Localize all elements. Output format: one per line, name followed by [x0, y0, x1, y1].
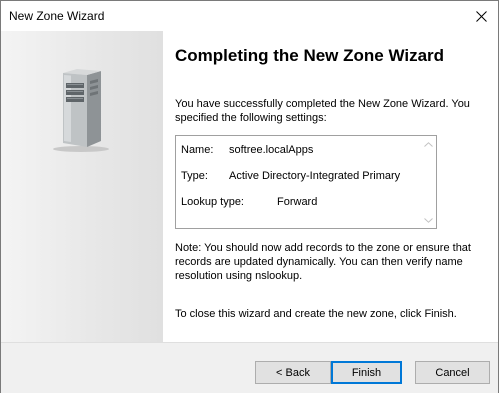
button-bar: < Back Finish Cancel	[1, 342, 498, 393]
scroll-down-arrow-icon[interactable]	[420, 212, 436, 228]
name-value: softree.localApps	[229, 144, 314, 156]
note-text: Note: You should now add records to the …	[175, 242, 471, 282]
settings-row-lookup: Lookup type: Forward	[181, 196, 317, 208]
wizard-content: Completing the New Zone Wizard You have …	[163, 31, 498, 342]
settings-row-type: Type: Active Directory-Integrated Primar…	[181, 170, 400, 182]
cancel-button[interactable]: Cancel	[415, 361, 490, 384]
type-value: Active Directory-Integrated Primary	[229, 170, 401, 182]
name-label: Name:	[181, 144, 214, 156]
close-button[interactable]	[472, 7, 490, 25]
lookup-type-value: Forward	[277, 196, 318, 208]
server-icon	[49, 69, 109, 156]
intro-text: You have successfully completed the New …	[175, 98, 470, 124]
scroll-up-arrow-icon[interactable]	[420, 136, 436, 152]
settings-summary-box[interactable]: Name: softree.localApps Type: Active Dir…	[175, 135, 437, 229]
finish-button[interactable]: Finish	[331, 361, 402, 384]
settings-row-name: Name: softree.localApps	[181, 144, 313, 156]
wizard-side-panel	[1, 31, 163, 342]
page-heading: Completing the New Zone Wizard	[175, 46, 445, 65]
lookup-type-label: Lookup type:	[181, 196, 244, 208]
settings-scrollbar[interactable]	[420, 136, 436, 228]
type-label: Type:	[181, 170, 208, 182]
window-title: New Zone Wizard	[9, 9, 105, 23]
close-icon	[475, 10, 487, 22]
closing-text: To close this wizard and create the new …	[175, 308, 457, 320]
wizard-window: New Zone Wizard Completing the New Zone …	[0, 0, 499, 393]
back-button[interactable]: < Back	[255, 361, 331, 384]
title-bar: New Zone Wizard	[1, 1, 498, 31]
